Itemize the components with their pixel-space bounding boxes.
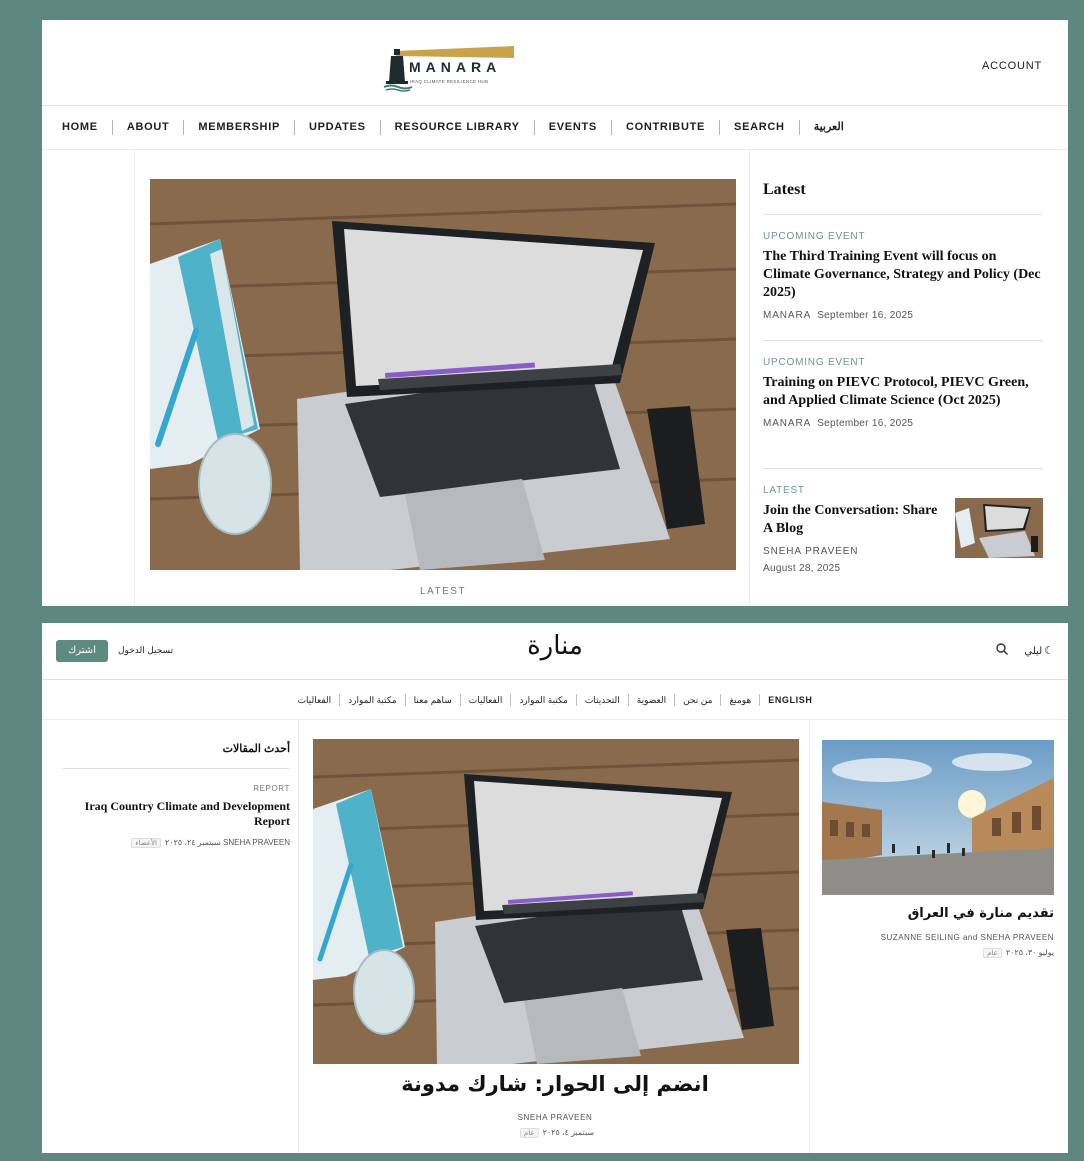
main-nav: ENGLISH هومبغ من نحن العضوية التحديثات م…: [42, 680, 1068, 720]
main-nav: HOME ABOUT MEMBERSHIP UPDATES RESOURCE L…: [42, 106, 1068, 150]
post-author[interactable]: SUZANNE SEILING and SNEHA PRAVEEN: [881, 933, 1054, 942]
sidebar-heading: Latest: [763, 181, 806, 198]
sidebar-post[interactable]: UPCOMING EVENT Training on PIEVC Protoco…: [763, 357, 1043, 429]
sidebar-divider: [763, 214, 1043, 215]
site-brand[interactable]: منارة: [42, 631, 1068, 661]
nav-english[interactable]: ENGLISH: [759, 693, 820, 706]
post-author[interactable]: MANARA: [763, 418, 811, 429]
nav-resource-library[interactable]: مكتبة الموارد: [339, 693, 405, 706]
post-meta: MANARA September 16, 2025: [763, 310, 1043, 321]
post-meta: سبتمبر ٤، ٢٠٢٥عام: [299, 1128, 811, 1138]
manara-logo[interactable]: MANARA IRAQ CLIMATE RESILIENCE HUB: [374, 46, 514, 92]
featured-post: انضم إلى الحوار: شارك مدونة SNEHA PRAVEE…: [298, 720, 810, 1153]
post-date: سبتمبر ٢٤، ٢٠٢٥: [164, 838, 221, 847]
nav-home[interactable]: HOME: [62, 120, 112, 135]
post-date: September 16, 2025: [817, 310, 914, 321]
nav-contribute[interactable]: CONTRIBUTE: [610, 120, 719, 135]
post-author[interactable]: SNEHA PRAVEEN: [299, 1113, 811, 1122]
nav-search[interactable]: SEARCH: [719, 120, 799, 135]
post-date: يوليو ٣٠، ٢٠٢٥: [1005, 948, 1054, 957]
post-title[interactable]: Iraq Country Climate and Development Rep…: [60, 799, 290, 829]
arabic-site-panel: اشترك تسجيل الدخول منارة ليلي ☾ ENGLISH ه…: [42, 623, 1068, 1153]
post-author[interactable]: SNEHA PRAVEEN: [223, 838, 290, 847]
nav-membership[interactable]: العضوية: [627, 693, 674, 706]
nav-home[interactable]: هومبغ: [720, 693, 759, 706]
nav-contribute[interactable]: ساهم معنا: [404, 693, 460, 706]
featured-post: LATEST: [134, 150, 750, 606]
nav-events[interactable]: الفعاليات: [459, 693, 511, 706]
nav-events[interactable]: EVENTS: [533, 120, 611, 135]
latest-articles-column: أحدث المقالات REPORT Iraq Country Climat…: [62, 720, 290, 1153]
nav-arabic[interactable]: العربية: [798, 120, 858, 135]
post-meta: MANARA September 16, 2025: [763, 418, 1043, 429]
post-date: August 28, 2025: [763, 563, 841, 574]
post-meta: يوليو ٣٠، ٢٠٢٥عام: [979, 948, 1054, 958]
laptop-desk-photo: [150, 179, 736, 570]
post-title[interactable]: Training on PIEVC Protocol, PIEVC Green,…: [763, 374, 1043, 410]
post-title[interactable]: Join the Conversation: Share A Blog: [763, 502, 938, 538]
site-header: اشترك تسجيل الدخول منارة ليلي ☾: [42, 623, 1068, 680]
nav-about[interactable]: ABOUT: [111, 120, 184, 135]
post-title[interactable]: The Third Training Event will focus on C…: [763, 248, 1043, 302]
nav-resource-library[interactable]: مكتبة الموارد: [510, 693, 576, 706]
moon-icon: ☾: [1044, 645, 1054, 657]
nav-resource-library[interactable]: RESOURCE LIBRARY: [379, 120, 534, 135]
site-header: MANARA IRAQ CLIMATE RESILIENCE HUB ACCOU…: [42, 20, 1068, 106]
sidebar-post[interactable]: UPCOMING EVENT The Third Training Event …: [763, 231, 1043, 321]
featured-image[interactable]: [313, 739, 799, 1064]
post-meta: الأعضاء سبتمبر ٢٤، ٢٠٢٥ SNEHA PRAVEEN: [127, 838, 290, 848]
featured-kicker: LATEST: [419, 586, 467, 597]
access-badge: الأعضاء: [131, 838, 161, 848]
featured-title[interactable]: انضم إلى الحوار: شارك مدونة: [299, 1072, 811, 1096]
nav-membership[interactable]: MEMBERSHIP: [183, 120, 294, 135]
post-kicker: UPCOMING EVENT: [763, 357, 866, 368]
nav-updates[interactable]: التحديثات: [575, 693, 628, 706]
account-link[interactable]: ACCOUNT: [982, 60, 1042, 72]
post-kicker: LATEST: [763, 485, 805, 496]
city-square-photo: [822, 740, 1054, 895]
sidebar-post[interactable]: LATEST Join the Conversation: Share A Bl…: [763, 485, 1043, 574]
search-icon[interactable]: [995, 642, 1009, 656]
featured-image[interactable]: [150, 179, 736, 570]
sidebar-divider: [763, 468, 1043, 469]
post-image[interactable]: [822, 740, 1054, 895]
access-badge: عام: [519, 1128, 539, 1138]
post-date: سبتمبر ٤، ٢٠٢٥: [542, 1128, 595, 1137]
post-kicker: UPCOMING EVENT: [763, 231, 866, 242]
column-divider: [62, 768, 290, 769]
logo-wordmark: MANARA: [409, 59, 502, 75]
side-post: تقديم منارة في العراق SUZANNE SEILING an…: [822, 720, 1054, 1153]
night-mode-toggle[interactable]: ليلي ☾: [1024, 644, 1054, 657]
sidebar-divider: [763, 340, 1043, 341]
laptop-desk-photo: [313, 739, 799, 1064]
nav-events[interactable]: الفعاليات: [290, 694, 340, 706]
night-mode-label: ليلي: [1024, 646, 1043, 657]
laptop-thumbnail-image: [955, 498, 1043, 558]
access-badge: عام: [983, 948, 1002, 958]
logo-tagline: IRAQ CLIMATE RESILIENCE HUB: [410, 79, 489, 84]
english-site-panel: MANARA IRAQ CLIMATE RESILIENCE HUB ACCOU…: [42, 20, 1068, 606]
post-kicker: REPORT: [253, 784, 290, 793]
latest-sidebar: Latest UPCOMING EVENT The Third Training…: [763, 150, 1043, 606]
nav-updates[interactable]: UPDATES: [293, 120, 380, 135]
column-heading: أحدث المقالات: [222, 743, 290, 755]
post-title[interactable]: تقديم منارة في العراق: [908, 906, 1054, 921]
post-date: September 16, 2025: [817, 418, 914, 429]
post-thumbnail[interactable]: [955, 498, 1043, 558]
post-author[interactable]: MANARA: [763, 310, 811, 321]
nav-about[interactable]: من نحن: [674, 693, 720, 706]
